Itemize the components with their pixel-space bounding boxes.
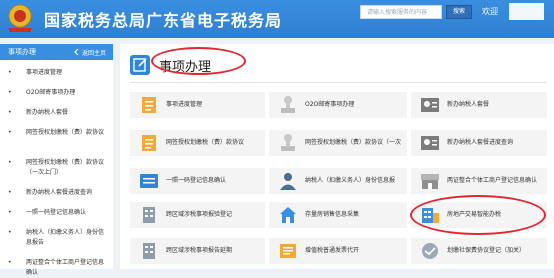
sidebar-header: 事项办理 返回主页: [0, 44, 113, 60]
tile-license-confirm[interactable]: 一照一码登记信息确认: [130, 168, 265, 194]
highlight-ring-real-estate-tile: [410, 195, 546, 235]
invoice-icon: [280, 244, 296, 258]
tile-debit-agreement-visit[interactable]: 网签授权划缴税（费）款协议（一次: [269, 130, 407, 156]
storefront-icon: [421, 174, 439, 189]
handshake-icon: [422, 243, 438, 259]
highlight-ring-section-title: [151, 47, 246, 75]
building-icon: [143, 243, 155, 259]
tile-identity-report[interactable]: 纳税人（扣缴义务人）身份信息报: [269, 168, 407, 194]
site-title: 国家税务总局广东省电子税务局: [44, 11, 283, 30]
tile-individual-business-confirm[interactable]: 两证整合个体工商户登记信息确认: [411, 168, 547, 194]
back-home-label: 返回主页: [81, 49, 106, 57]
tile-new-taxpayer-progress[interactable]: 新办纳税人套餐进度查询: [411, 130, 547, 156]
main-panel: 事项办理 事项进度管理 O2O邮寄事项办理 新办纳税人套餐 网签授权划缴税（费）…: [120, 44, 554, 269]
tile-cross-region-extension[interactable]: 跨区域涉税事项报告延期: [130, 238, 265, 264]
back-home-link[interactable]: 返回主页: [74, 48, 106, 57]
edit-icon: [130, 55, 150, 75]
section-divider: [130, 82, 547, 83]
document-list-icon: [142, 135, 156, 151]
tile-debit-agreement[interactable]: 网签授权划缴税（费）款协议: [130, 130, 265, 156]
stamp-icon: [281, 96, 295, 113]
header-bar: 国家税务总局广东省电子税务局 请输入搜索服务的内容 搜索 欢迎: [0, 0, 554, 38]
document-list-icon: [142, 97, 156, 113]
user-profile-icon: [421, 136, 439, 150]
tile-social-security-agreement[interactable]: 划缴社保费协议登记（加关）: [411, 238, 547, 264]
tile-housing-sale-collect[interactable]: 存量房销售信息采集: [269, 202, 407, 228]
house-icon: [280, 207, 296, 223]
back-arrow-icon: [74, 49, 79, 55]
search-button[interactable]: 搜索: [446, 5, 472, 19]
tile-cross-region-register[interactable]: 跨区域涉税事项报验登记: [130, 202, 265, 228]
tile-vat-invoice-issue[interactable]: 增值税普通发票代开: [269, 238, 407, 264]
tile-progress-management[interactable]: 事项进度管理: [130, 92, 265, 118]
id-card-icon: [140, 174, 158, 188]
sidebar: 事项办理 返回主页 • 事项进度管理 • O2O邮寄事项办理 • 新办纳税人套餐 • 网…: [0, 44, 113, 276]
tile-o2o-mail[interactable]: O2O邮寄事项办理: [269, 92, 407, 118]
sidebar-title: 事项办理: [8, 48, 36, 56]
user-profile-icon: [421, 98, 439, 112]
tax-emblem-icon: [8, 4, 32, 32]
stamp-icon: [281, 134, 295, 151]
welcome-text: 欢迎: [482, 7, 498, 16]
building-icon: [143, 207, 155, 223]
tile-new-taxpayer-package[interactable]: 新办纳税人套餐: [411, 92, 547, 118]
user-name-box[interactable]: [509, 3, 544, 20]
search-input[interactable]: 请输入搜索服务的内容: [360, 5, 442, 19]
person-icon: [280, 173, 296, 190]
